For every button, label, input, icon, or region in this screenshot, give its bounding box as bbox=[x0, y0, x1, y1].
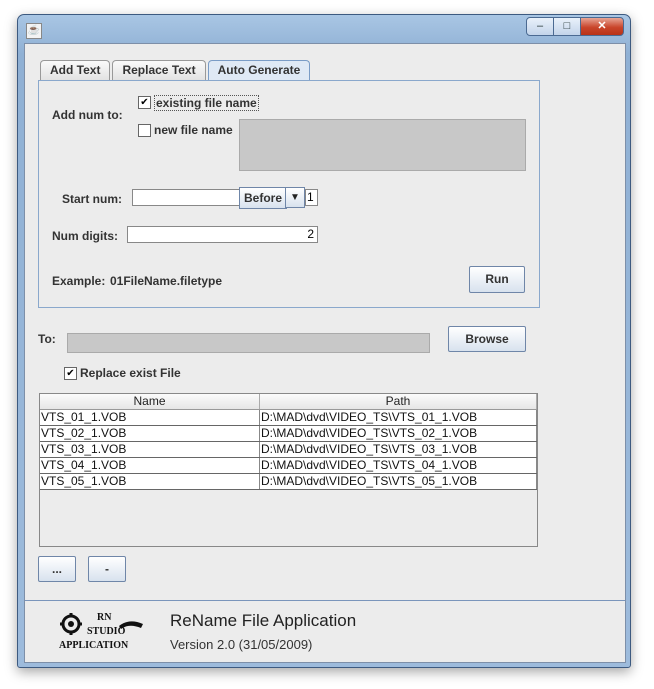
cell-path: D:\MAD\dvd\VIDEO_TS\VTS_02_1.VOB bbox=[260, 426, 537, 441]
cell-name: VTS_01_1.VOB bbox=[40, 410, 260, 425]
app-version: Version 2.0 (31/05/2009) bbox=[170, 637, 313, 652]
column-header-path[interactable]: Path bbox=[260, 394, 537, 409]
replace-exist-label[interactable]: Replace exist File bbox=[80, 366, 181, 380]
app-window: ☕ ‒ □ ✕ Add Text Replace Text Auto Gener… bbox=[17, 14, 631, 668]
tab-bar: Add Text Replace Text Auto Generate bbox=[40, 60, 312, 81]
rn-studio-logo: RN STUDIO APPLICATION bbox=[57, 610, 153, 656]
new-file-name-label[interactable]: new file name bbox=[154, 123, 233, 137]
maximize-button[interactable]: □ bbox=[553, 17, 581, 36]
table-row[interactable]: VTS_03_1.VOB D:\MAD\dvd\VIDEO_TS\VTS_03_… bbox=[40, 442, 537, 458]
start-num-input[interactable] bbox=[132, 189, 240, 206]
window-controls: ‒ □ ✕ bbox=[526, 17, 624, 36]
browse-button[interactable]: Browse bbox=[448, 326, 526, 352]
table-row[interactable]: VTS_05_1.VOB D:\MAD\dvd\VIDEO_TS\VTS_05_… bbox=[40, 474, 537, 490]
cell-path: D:\MAD\dvd\VIDEO_TS\VTS_01_1.VOB bbox=[260, 410, 537, 425]
start-num-label: Start num: bbox=[62, 192, 122, 206]
tab-replace-text[interactable]: Replace Text bbox=[112, 60, 206, 80]
cell-path: D:\MAD\dvd\VIDEO_TS\VTS_04_1.VOB bbox=[260, 458, 537, 473]
cell-path: D:\MAD\dvd\VIDEO_TS\VTS_03_1.VOB bbox=[260, 442, 537, 457]
table-row[interactable]: VTS_02_1.VOB D:\MAD\dvd\VIDEO_TS\VTS_02_… bbox=[40, 426, 537, 442]
table-row[interactable]: VTS_04_1.VOB D:\MAD\dvd\VIDEO_TS\VTS_04_… bbox=[40, 458, 537, 474]
example-label: Example: bbox=[52, 274, 106, 288]
logo-text-application: APPLICATION bbox=[59, 640, 129, 651]
run-button[interactable]: Run bbox=[469, 266, 525, 293]
num-digits-input[interactable]: 2 bbox=[127, 226, 318, 243]
cell-name: VTS_03_1.VOB bbox=[40, 442, 260, 457]
add-files-button[interactable]: ... bbox=[38, 556, 76, 582]
cell-name: VTS_05_1.VOB bbox=[40, 474, 260, 489]
position-dropdown-icon[interactable]: ▼ bbox=[285, 187, 305, 208]
add-num-label: Add num to: bbox=[52, 108, 123, 122]
position-select[interactable]: Before bbox=[239, 187, 287, 209]
logo-text-studio: STUDIO bbox=[87, 626, 126, 637]
cell-name: VTS_04_1.VOB bbox=[40, 458, 260, 473]
column-header-name[interactable]: Name bbox=[40, 394, 260, 409]
close-button[interactable]: ✕ bbox=[580, 17, 624, 36]
cell-path: D:\MAD\dvd\VIDEO_TS\VTS_05_1.VOB bbox=[260, 474, 537, 489]
client-area: Add Text Replace Text Auto Generate Add … bbox=[24, 43, 626, 663]
tab-auto-generate[interactable]: Auto Generate bbox=[207, 60, 311, 81]
logo-text-rn: RN bbox=[97, 612, 112, 623]
table-row[interactable]: VTS_01_1.VOB D:\MAD\dvd\VIDEO_TS\VTS_01_… bbox=[40, 410, 537, 426]
tab-add-text[interactable]: Add Text bbox=[40, 60, 111, 80]
table-header: Name Path bbox=[40, 394, 537, 410]
app-name: ReName File Application bbox=[170, 611, 357, 630]
title-bar[interactable]: ☕ ‒ □ ✕ bbox=[18, 15, 630, 43]
existing-file-name-label[interactable]: existing file name bbox=[154, 95, 259, 111]
minimize-button[interactable]: ‒ bbox=[526, 17, 554, 36]
destination-field[interactable] bbox=[67, 333, 430, 353]
new-file-name-field[interactable] bbox=[239, 119, 526, 171]
replace-exist-checkbox[interactable]: ✔ bbox=[64, 367, 77, 380]
example-value: 01FileName.filetype bbox=[110, 274, 223, 288]
to-label: To: bbox=[38, 332, 56, 346]
existing-file-name-checkbox[interactable]: ✔ bbox=[138, 96, 151, 109]
footer-divider bbox=[25, 600, 625, 601]
position-value-field[interactable]: 1 bbox=[305, 189, 318, 206]
gear-logo-icon: RN STUDIO APPLICATION bbox=[59, 612, 143, 651]
num-digits-label: Num digits: bbox=[52, 229, 118, 243]
remove-file-button[interactable]: - bbox=[88, 556, 126, 582]
files-table: Name Path VTS_01_1.VOB D:\MAD\dvd\VIDEO_… bbox=[39, 393, 538, 547]
auto-generate-panel: Add num to: ✔ existing file name new fil… bbox=[38, 80, 540, 308]
java-app-icon[interactable]: ☕ bbox=[26, 23, 42, 39]
cell-name: VTS_02_1.VOB bbox=[40, 426, 260, 441]
new-file-name-checkbox[interactable] bbox=[138, 124, 151, 137]
